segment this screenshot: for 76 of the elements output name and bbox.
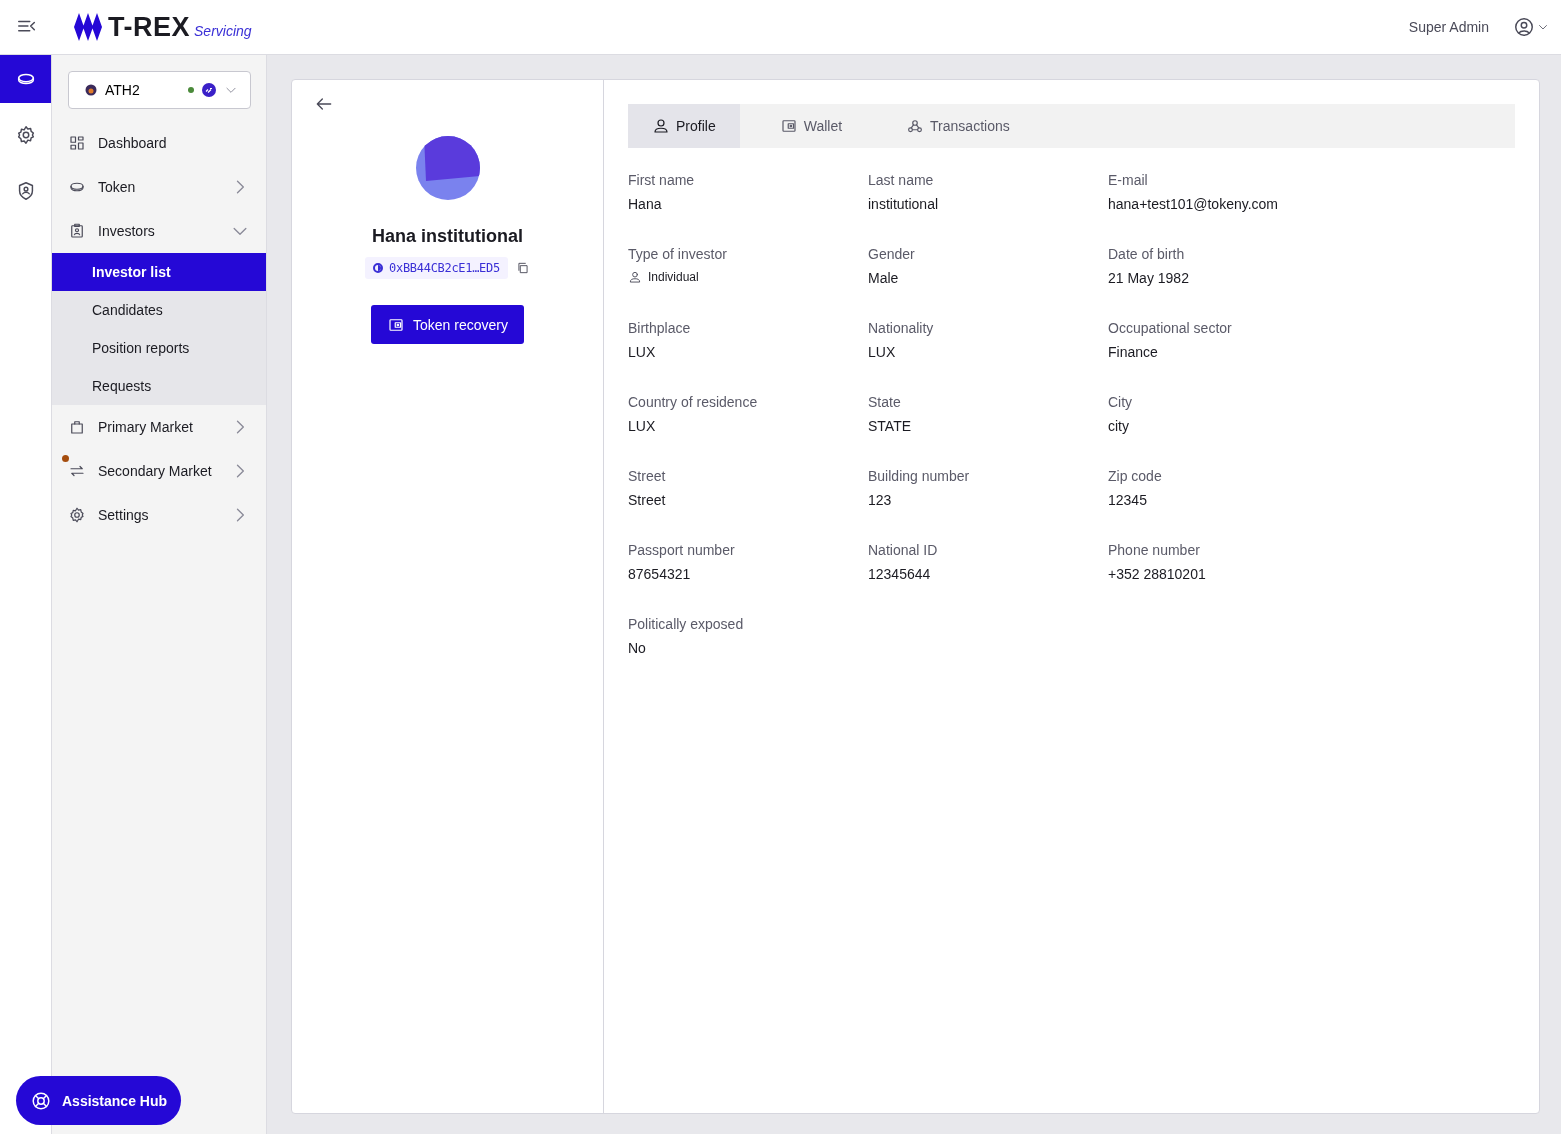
assistance-hub-button[interactable]: Assistance Hub xyxy=(16,1076,182,1125)
field-label: First name xyxy=(628,172,696,188)
nav-item[interactable]: Token xyxy=(52,165,266,209)
field-label: Occupational sector xyxy=(1108,320,1233,336)
field-value: 21 May 1982 xyxy=(1108,270,1189,286)
field-label: Gender xyxy=(868,246,916,262)
field-value: institutional xyxy=(868,196,939,212)
field-value: Finance xyxy=(1108,344,1158,360)
field-value: Individual xyxy=(648,270,699,284)
submenu-item[interactable]: Investor list xyxy=(52,253,266,291)
field-label: Last name xyxy=(868,172,935,188)
logo-text: T-REX xyxy=(108,13,190,41)
user-circle-icon xyxy=(1513,16,1535,38)
field-label: Date of birth xyxy=(1108,246,1186,262)
wallet-icon xyxy=(779,117,798,135)
field-label: Country of residence xyxy=(628,394,759,410)
nav-item[interactable]: Dashboard xyxy=(52,121,266,165)
tab[interactable]: Transactions xyxy=(882,104,1034,148)
field-value: Street xyxy=(628,492,666,508)
field-label: State xyxy=(868,394,902,410)
submenu-item[interactable]: Candidates xyxy=(52,291,266,329)
person-icon xyxy=(652,117,670,135)
field-label: Street xyxy=(628,468,667,484)
field-label: Passport number xyxy=(628,542,736,558)
tab[interactable]: Wallet xyxy=(755,104,867,148)
wallet-address: 0xBB44CB2cE1…ED5 xyxy=(365,257,508,279)
copy-icon xyxy=(515,261,530,275)
field-label: Nationality xyxy=(868,320,935,336)
token-selector[interactable]: ATH2 xyxy=(68,71,251,109)
field-value: STATE xyxy=(868,418,912,434)
chain-icon xyxy=(373,263,384,273)
field-label: National ID xyxy=(868,542,939,558)
field-value: hana+test101@tokeny.com xyxy=(1108,196,1278,212)
field-value: No xyxy=(628,640,646,656)
field-label: Birthplace xyxy=(628,320,692,336)
field-label: Type of investor xyxy=(628,246,728,262)
field-label: E-mail xyxy=(1108,172,1149,188)
copy-button[interactable] xyxy=(515,261,530,275)
field-value: LUX xyxy=(628,344,656,360)
investor-name: Hana institutional xyxy=(372,226,523,247)
field-label: Zip code xyxy=(1108,468,1163,484)
tab[interactable]: Profile xyxy=(628,104,740,148)
field-label: City xyxy=(1108,394,1134,410)
field-value: Hana xyxy=(628,196,662,212)
user-name: Super Admin xyxy=(1408,19,1489,35)
logo-icon xyxy=(74,13,104,41)
token-recovery-button[interactable]: Token recovery xyxy=(371,305,524,344)
field-value: 12345 xyxy=(1108,492,1147,508)
bag-icon xyxy=(68,418,86,436)
token-logo-icon xyxy=(85,84,97,96)
field-value: LUX xyxy=(868,344,896,360)
submenu-item[interactable]: Position reports xyxy=(52,329,266,367)
settings-icon xyxy=(68,506,86,524)
clipboard-person-icon xyxy=(68,222,86,240)
field-label: Politically exposed xyxy=(628,616,745,632)
submenu-item[interactable]: Requests xyxy=(52,367,266,405)
field-value: 87654321 xyxy=(628,566,691,582)
field-value: 123 xyxy=(868,492,892,508)
field-value: LUX xyxy=(628,418,656,434)
nav-item[interactable]: Primary Market xyxy=(52,405,266,449)
nav-item[interactable]: Secondary Market xyxy=(52,449,266,493)
field-value: +352 28810201 xyxy=(1108,566,1206,582)
field-value: city xyxy=(1108,418,1129,434)
network-icon xyxy=(906,117,925,135)
logo-subtitle: Servicing xyxy=(194,23,252,39)
field-label: Phone number xyxy=(1108,542,1201,558)
person-icon xyxy=(628,270,642,284)
account-button[interactable] xyxy=(1513,16,1549,38)
field-label: Building number xyxy=(868,468,971,484)
field-value: 12345644 xyxy=(868,566,931,582)
rail-button[interactable] xyxy=(0,55,51,103)
dashboard-icon xyxy=(68,134,86,152)
nav-item[interactable]: Settings xyxy=(52,493,266,537)
field-value: Male xyxy=(868,270,899,286)
nav-item[interactable]: Investors xyxy=(52,209,266,253)
status-dot-icon xyxy=(188,87,194,93)
